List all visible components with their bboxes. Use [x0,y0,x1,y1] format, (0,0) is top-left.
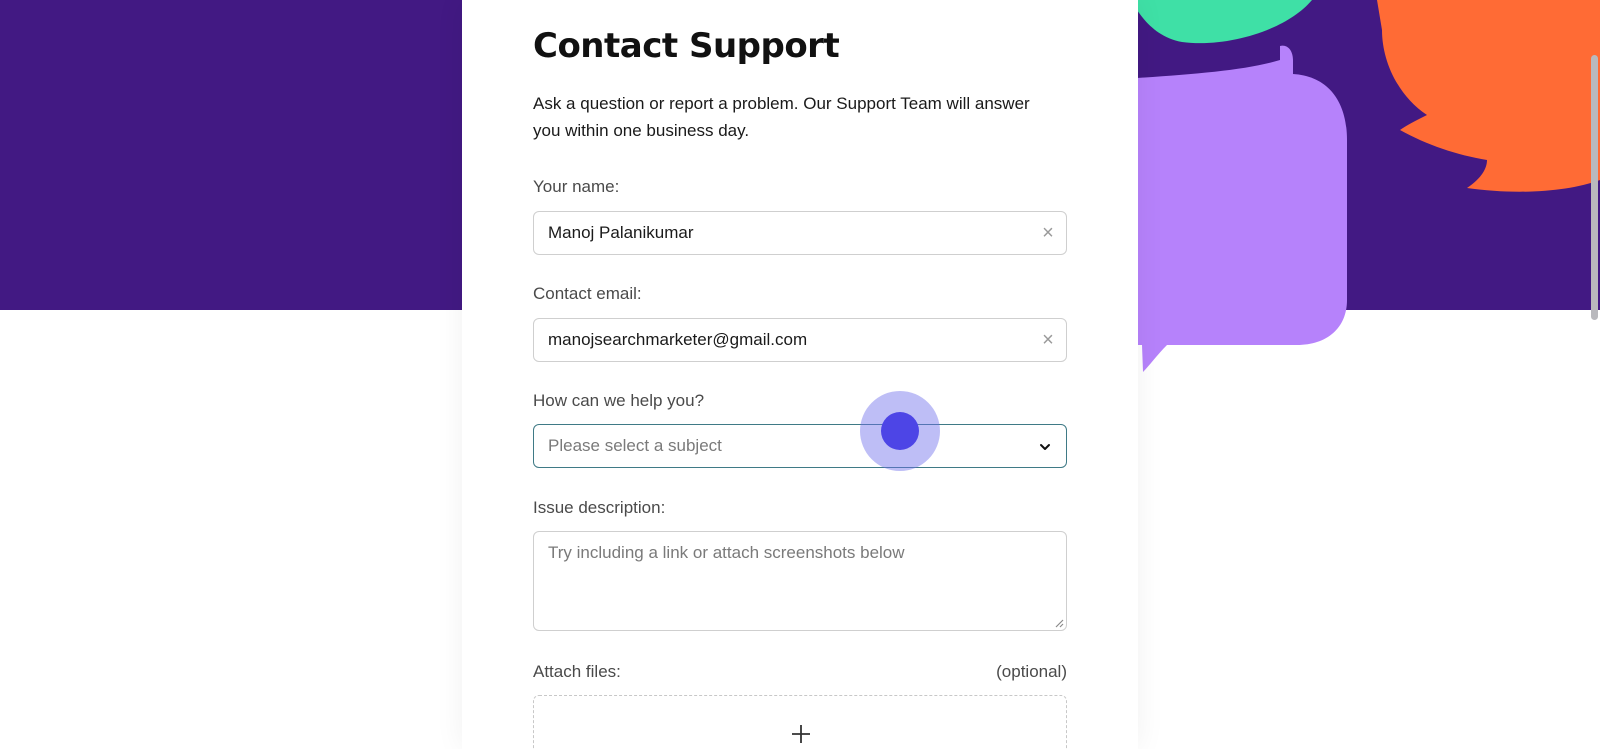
decorative-shapes [1137,0,1600,380]
decorative-illustration [1137,0,1600,373]
green-shape [1137,0,1312,44]
file-dropzone[interactable] [533,695,1067,749]
contact-form-card: Contact Support Ask a question or report… [462,0,1138,749]
subject-select[interactable]: Please select a subject [533,424,1067,468]
subject-label: How can we help you? [533,391,705,410]
attach-label: Attach files: [533,662,621,681]
page-title: Contact Support [533,26,840,66]
name-value[interactable]: Manoj Palanikumar [548,223,694,243]
close-icon[interactable]: × [1038,223,1058,243]
email-label: Contact email: [533,284,642,303]
name-field[interactable]: Manoj Palanikumar × [533,211,1067,255]
contact-support-page: Contact Support Ask a question or report… [0,0,1600,749]
lavender-speech-bubble [1137,45,1347,373]
name-label: Your name: [533,177,620,196]
email-value[interactable]: manojsearchmarketer@gmail.com [548,330,807,350]
chevron-down-icon[interactable] [1038,440,1052,454]
plus-icon[interactable] [790,723,812,745]
description-placeholder[interactable]: Try including a link or attach screensho… [548,543,905,563]
description-label: Issue description: [533,498,666,517]
resize-handle-icon[interactable] [1055,619,1064,628]
email-field[interactable]: manojsearchmarketer@gmail.com × [533,318,1067,362]
description-textarea[interactable]: Try including a link or attach screensho… [533,531,1067,631]
optional-note: (optional) [996,662,1067,681]
cursor-indicator [881,412,919,450]
intro-text: Ask a question or report a problem. Our … [533,94,1030,140]
subject-placeholder[interactable]: Please select a subject [548,436,722,456]
orange-burst-shape [1377,0,1600,192]
scrollbar-thumb[interactable] [1591,55,1598,320]
close-icon[interactable]: × [1038,330,1058,350]
